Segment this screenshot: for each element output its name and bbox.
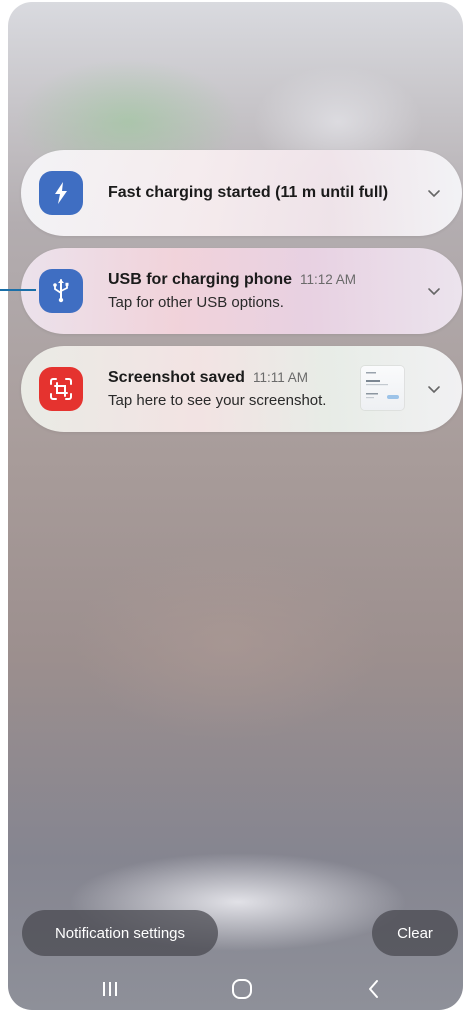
chevron-down-icon[interactable] xyxy=(424,379,444,399)
usb-icon xyxy=(39,269,83,313)
screenshot-icon xyxy=(39,367,83,411)
notification-settings-button[interactable]: Notification settings xyxy=(22,910,218,956)
notification-title: USB for charging phone xyxy=(108,271,292,288)
notification-time: 11:11 AM xyxy=(252,370,308,385)
notification-text: Tap here to see your screenshot. xyxy=(108,392,327,409)
notification-title: Fast charging started (11 m until full) xyxy=(108,184,389,201)
notification-text: Tap for other USB options. xyxy=(108,294,284,311)
notification-header: Screenshot saved 11:11 AM xyxy=(108,369,402,387)
back-icon[interactable] xyxy=(359,976,389,1002)
notification-shade: Fast charging started (11 m until full) … xyxy=(8,2,463,1010)
navigation-bar xyxy=(8,968,463,1008)
notification-usb-charging[interactable]: USB for charging phone 11:12 AM Tap for o… xyxy=(21,248,462,334)
home-icon[interactable] xyxy=(227,976,257,1002)
notification-fast-charging[interactable]: Fast charging started (11 m until full) xyxy=(21,150,462,236)
chevron-down-icon[interactable] xyxy=(424,281,444,301)
screenshot-thumbnail[interactable] xyxy=(361,366,404,410)
chevron-down-icon[interactable] xyxy=(424,183,444,203)
callout-line xyxy=(0,289,36,291)
notification-header: USB for charging phone 11:12 AM xyxy=(108,271,402,289)
recents-icon[interactable] xyxy=(95,976,125,1002)
notification-screenshot-saved[interactable]: Screenshot saved 11:11 AM Tap here to see… xyxy=(21,346,462,432)
clear-button[interactable]: Clear xyxy=(372,910,458,956)
notification-title: Screenshot saved xyxy=(108,369,245,386)
lightning-bolt-icon xyxy=(39,171,83,215)
notification-time: 11:12 AM xyxy=(300,272,357,287)
